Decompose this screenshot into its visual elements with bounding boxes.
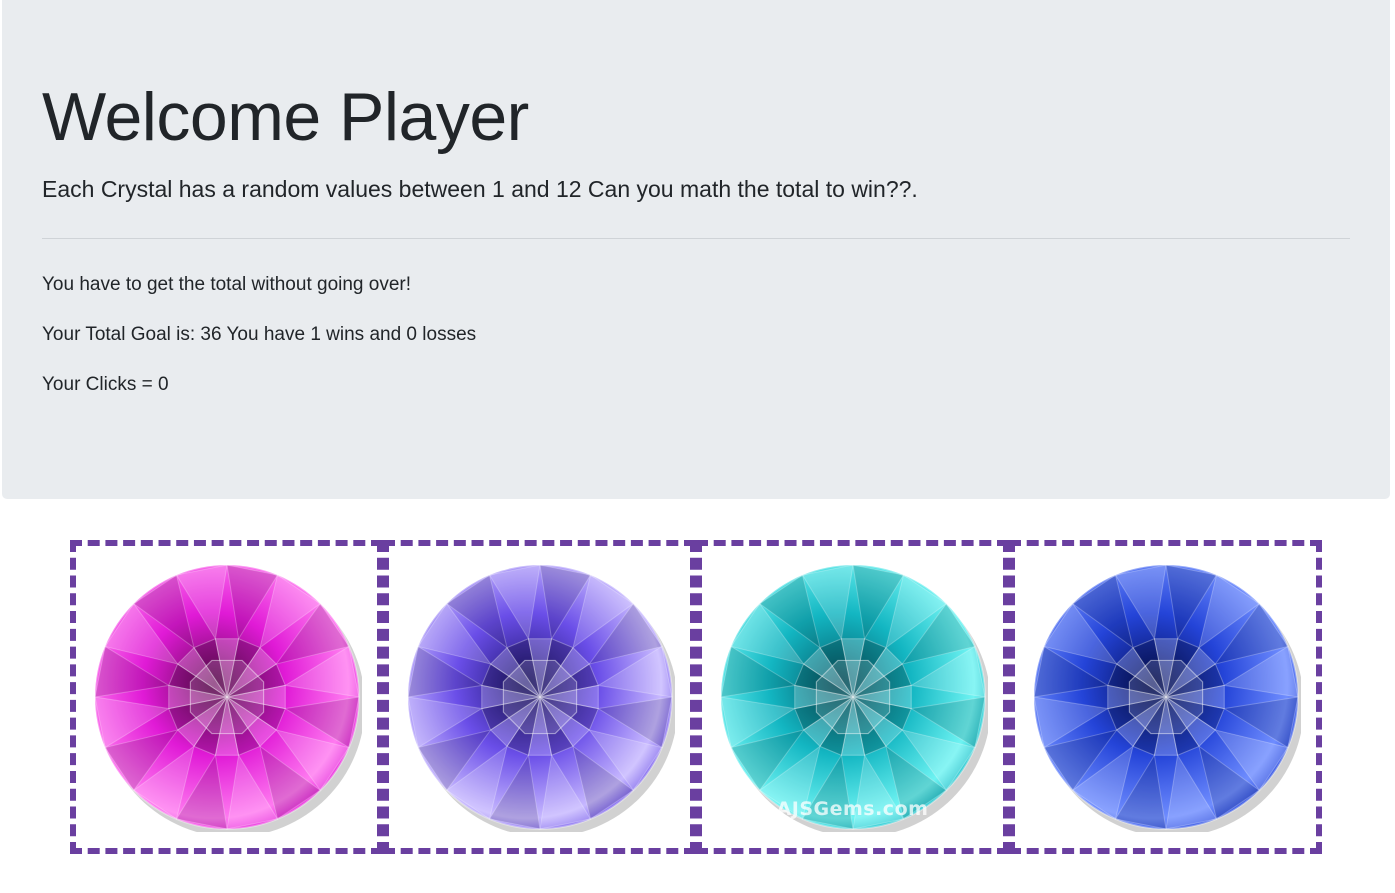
- divider: [42, 238, 1350, 239]
- crystal-row: AJSGems.com: [70, 540, 1322, 854]
- click-counter: Your Clicks = 0: [42, 374, 169, 395]
- crystal-button-purple[interactable]: [383, 540, 696, 854]
- pink-crystal-icon: [92, 562, 362, 832]
- score-status: Your Total Goal is: 36 You have 1 wins a…: [42, 324, 477, 345]
- teal-crystal-icon: [718, 562, 988, 832]
- rules-text: You have to get the total without going …: [42, 274, 412, 295]
- crystal-button-teal[interactable]: AJSGems.com: [696, 540, 1009, 854]
- game-instructions: Each Crystal has a random values between…: [42, 176, 918, 202]
- purple-crystal-icon: [405, 562, 675, 832]
- crystal-button-blue[interactable]: [1009, 540, 1322, 854]
- page-title: Welcome Player: [42, 79, 529, 155]
- blue-crystal-icon: [1031, 562, 1301, 832]
- jumbotron: Welcome Player Each Crystal has a random…: [2, 0, 1390, 499]
- gem-watermark: AJSGems.com: [776, 798, 929, 820]
- crystal-button-pink[interactable]: [70, 540, 383, 854]
